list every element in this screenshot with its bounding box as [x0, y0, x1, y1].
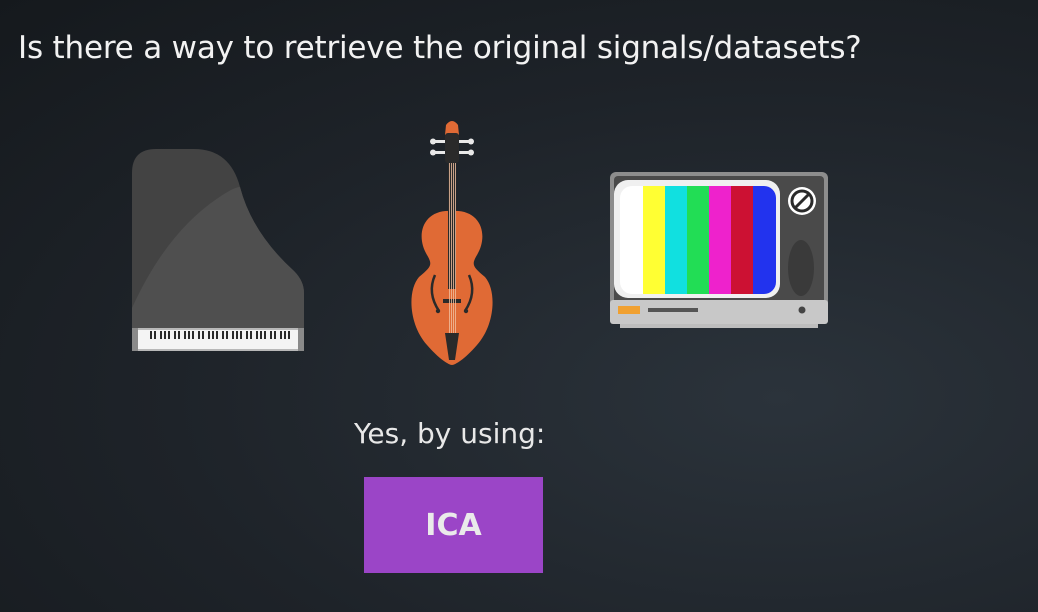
television-icon [610, 172, 828, 328]
ica-button[interactable]: ICA [364, 477, 543, 573]
answer-text: Yes, by using: [354, 417, 546, 450]
violin-icon [411, 121, 493, 365]
question-heading: Is there a way to retrieve the original … [18, 30, 862, 66]
piano-icon [132, 149, 304, 351]
